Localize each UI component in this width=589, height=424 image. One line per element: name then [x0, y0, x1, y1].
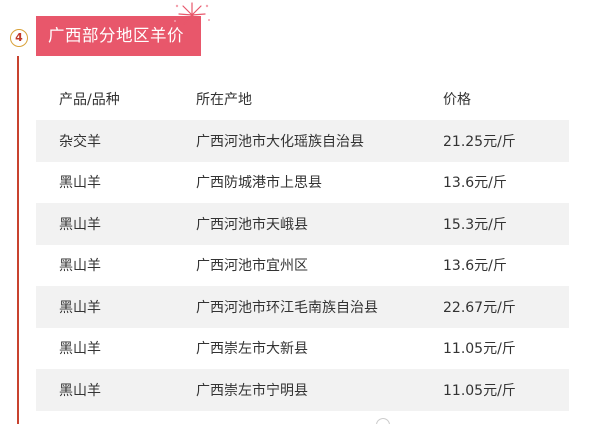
cell-origin: 广西崇左市大新县 — [196, 341, 308, 358]
cell-product: 黑山羊 — [36, 203, 196, 245]
price-table: 产品/品种 所在产地 价格 杂交羊 广西河池市大化瑶族自治县 21.25元/斤 … — [36, 78, 569, 411]
cell-origin: 广西崇左市宁明县 — [196, 369, 443, 411]
header-price: 价格 — [443, 92, 471, 108]
cell-origin: 广西河池市天峨县 — [196, 203, 443, 245]
cell-product: 黑山羊 — [36, 369, 196, 411]
cell-price: 13.6元/斤 — [443, 258, 507, 275]
firework-decoration-icon — [174, 2, 210, 25]
cell-price: 11.05元/斤 — [443, 369, 569, 411]
table-row: 杂交羊 广西河池市大化瑶族自治县 21.25元/斤 — [36, 120, 569, 162]
header-origin: 所在产地 — [196, 92, 252, 108]
cell-product: 黑山羊 — [59, 341, 101, 358]
timeline-line — [17, 56, 19, 424]
table-row: 黑山羊 广西河池市环江毛南族自治县 22.67元/斤 — [36, 286, 569, 328]
table-row: 黑山羊 广西崇左市宁明县 11.05元/斤 — [36, 369, 569, 411]
cell-origin: 广西河池市宜州区 — [196, 258, 308, 275]
cell-product: 杂交羊 — [36, 120, 196, 162]
step-number-badge: 4 — [10, 29, 28, 47]
table-row: 黑山羊 广西河池市宜州区 13.6元/斤 — [36, 245, 569, 287]
cell-price: 11.05元/斤 — [443, 341, 516, 358]
cell-price: 15.3元/斤 — [443, 203, 569, 245]
table-row: 黑山羊 广西崇左市大新县 11.05元/斤 — [36, 328, 569, 370]
cell-price: 13.6元/斤 — [443, 175, 507, 192]
cell-origin: 广西防城港市上思县 — [196, 175, 322, 192]
header-product: 产品/品种 — [59, 92, 120, 108]
cell-product: 黑山羊 — [59, 258, 101, 275]
cell-origin: 广西河池市大化瑶族自治县 — [196, 120, 443, 162]
cell-price: 21.25元/斤 — [443, 120, 569, 162]
cell-price: 22.67元/斤 — [443, 286, 569, 328]
table-row: 黑山羊 广西防城港市上思县 13.6元/斤 — [36, 162, 569, 204]
cell-product: 黑山羊 — [59, 175, 101, 192]
price-section: 4 广西部分地区羊价 产品/品种 所在产地 价格 杂交羊 广西河池市大化瑶族自治… — [0, 0, 589, 424]
scroll-indicator-icon[interactable] — [376, 418, 390, 424]
cell-product: 黑山羊 — [36, 286, 196, 328]
table-row: 黑山羊 广西河池市天峨县 15.3元/斤 — [36, 203, 569, 245]
table-header-row: 产品/品种 所在产地 价格 — [36, 78, 569, 120]
cell-origin: 广西河池市环江毛南族自治县 — [196, 286, 443, 328]
